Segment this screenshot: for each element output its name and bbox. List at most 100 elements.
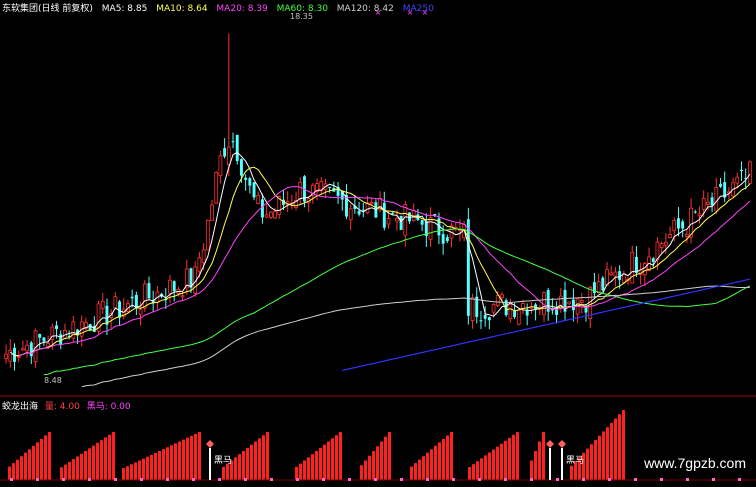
- indicator-bar: [418, 459, 421, 480]
- candle: [563, 281, 567, 320]
- candle: [345, 184, 348, 220]
- indicator-bar: [496, 446, 499, 480]
- baseline-dot: [634, 478, 637, 481]
- baseline-dot: [400, 478, 403, 481]
- indicator-bar: [138, 460, 141, 480]
- ma10-line: [14, 166, 751, 357]
- candle: [369, 198, 374, 205]
- candle: [605, 261, 609, 286]
- indicator-bar: [299, 463, 302, 480]
- baseline-dot: [270, 478, 273, 481]
- indicator-bar: [174, 443, 177, 480]
- candle: [25, 339, 29, 358]
- ma-legend: 东软集团(日线 前复权) MA5: 8.85 MA10: 8.64 MA20: …: [2, 1, 440, 14]
- indicator-bar: [598, 435, 601, 480]
- baseline-dot: [712, 478, 715, 481]
- candle: [38, 333, 42, 349]
- candle: [466, 207, 470, 325]
- candle: [118, 299, 122, 327]
- candle: [348, 204, 353, 231]
- candle: [63, 323, 67, 340]
- ma120-label: MA120: 8.42: [336, 4, 394, 14]
- candle: [223, 138, 227, 159]
- candle: [109, 309, 114, 329]
- indicator-bar: [372, 451, 375, 480]
- candle: [684, 230, 689, 244]
- candle: [748, 160, 752, 184]
- candle: [244, 174, 248, 191]
- indicator-bar: [484, 455, 487, 480]
- indicator-bar: [154, 452, 157, 480]
- candle: [445, 234, 449, 244]
- indicator-bar: [68, 461, 71, 480]
- ma60-line: [43, 228, 751, 376]
- candle: [537, 304, 542, 316]
- indicator-bar: [122, 468, 125, 480]
- indicator-bar: [480, 458, 483, 480]
- candle: [235, 134, 239, 165]
- indicator-bar: [186, 437, 189, 480]
- candle: [428, 207, 433, 247]
- candle: [416, 208, 420, 222]
- baseline-dot: [660, 478, 663, 481]
- candle: [361, 202, 365, 218]
- candle: [408, 212, 411, 225]
- indicator-bar: [606, 427, 609, 480]
- indicator-bar: [20, 456, 23, 480]
- candle: [248, 176, 252, 194]
- indicator-name: 蛟龙出海: [2, 402, 39, 412]
- candle: [42, 337, 46, 346]
- price-panel: × × ×: [4, 8, 752, 388]
- indicator-bar: [542, 432, 545, 480]
- chart-canvas[interactable]: × × ×: [0, 0, 756, 487]
- indicator-bar: [178, 441, 181, 480]
- candle: [555, 301, 559, 324]
- candle: [256, 191, 261, 205]
- indicator-bar: [430, 449, 433, 480]
- candle: [289, 194, 294, 210]
- candle: [529, 301, 534, 314]
- baseline-dot: [322, 478, 325, 481]
- candle: [306, 196, 311, 212]
- baseline-dot: [10, 478, 13, 481]
- baseline-dot: [88, 478, 91, 481]
- candle: [205, 219, 210, 251]
- candle: [567, 301, 572, 305]
- baseline-dot: [114, 478, 117, 481]
- indicator-bar: [376, 446, 379, 480]
- candle: [613, 267, 618, 287]
- ma250-label: MA250: [402, 4, 434, 14]
- candle: [184, 259, 189, 295]
- indicator-bar: [142, 458, 145, 480]
- candle: [100, 292, 105, 314]
- indicator-bar: [112, 432, 115, 480]
- indicator-bar: [44, 435, 47, 480]
- candle: [378, 191, 382, 213]
- candle: [424, 213, 428, 247]
- indicator-bar: [364, 460, 367, 480]
- candle: [609, 265, 614, 276]
- indicator-bar: [311, 454, 314, 480]
- indicator-panel: [0, 410, 756, 481]
- indicator-bar: [327, 441, 330, 480]
- baseline-dot: [608, 478, 611, 481]
- indicator-bar: [614, 418, 617, 480]
- candle: [231, 132, 235, 149]
- indicator-bar: [414, 463, 417, 480]
- candle: [546, 287, 550, 321]
- candle: [226, 33, 231, 177]
- candle: [731, 177, 735, 199]
- candle: [121, 298, 126, 320]
- ma5-label: MA5: 8.85: [101, 4, 148, 14]
- indicator-bar: [162, 449, 165, 480]
- candle: [268, 211, 273, 220]
- indicator-bar: [32, 445, 35, 480]
- indicator-bar: [84, 451, 87, 480]
- candle: [193, 261, 198, 297]
- indicator-bar: [130, 464, 133, 480]
- candle: [740, 161, 743, 182]
- candle: [96, 300, 101, 336]
- candle: [84, 317, 88, 331]
- baseline-dot: [36, 478, 39, 481]
- candle: [252, 182, 256, 201]
